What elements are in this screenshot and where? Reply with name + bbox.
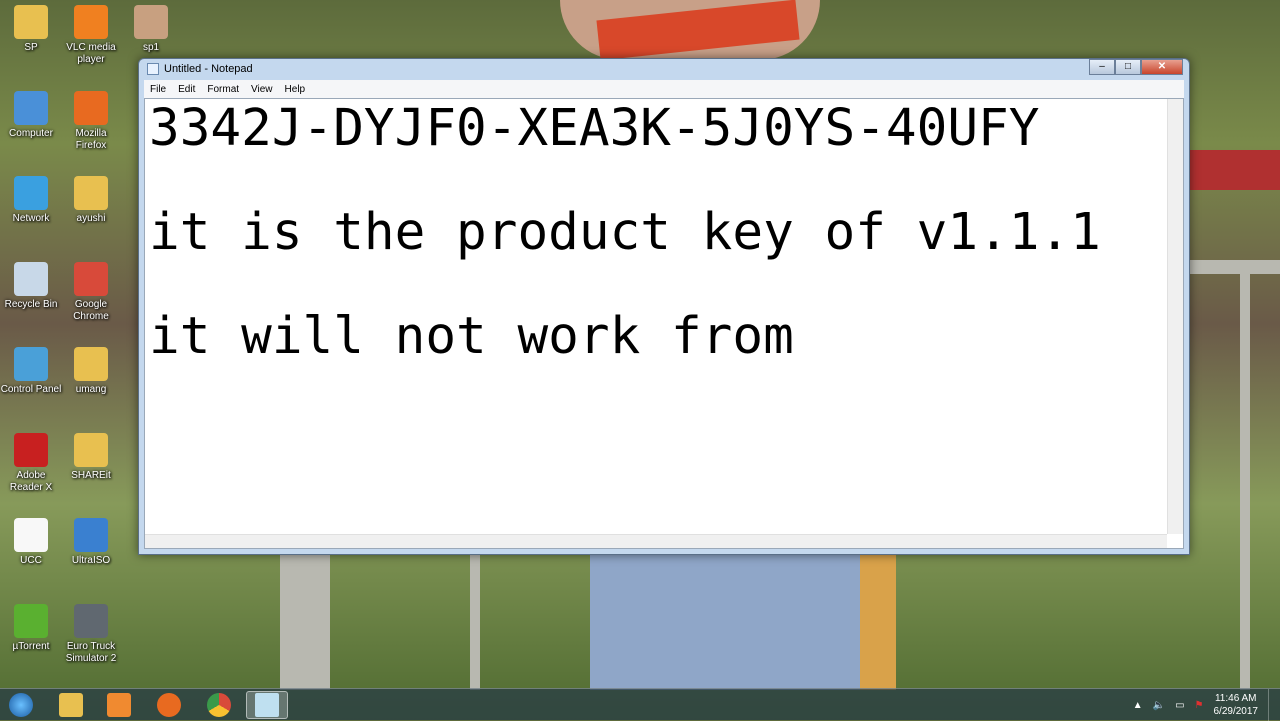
desktop-icon-label: ayushi bbox=[76, 213, 106, 224]
menu-help[interactable]: Help bbox=[285, 84, 306, 95]
app-icon bbox=[14, 261, 48, 296]
desktop-icon-label: sp1 bbox=[142, 42, 160, 53]
desktop-icon-shareit[interactable]: SHAREit bbox=[60, 432, 122, 482]
desktop-icon-label: Adobe Reader X bbox=[9, 469, 53, 493]
title-bar[interactable]: Untitled - Notepad bbox=[139, 59, 1189, 79]
app-icon bbox=[14, 90, 48, 125]
taskbar-media-player[interactable] bbox=[98, 691, 140, 719]
desktop-icon-label: UltraISO bbox=[71, 555, 111, 566]
text-editor[interactable]: 3342J-DYJF0-XEA3K-5J0YS-40UFY it is the … bbox=[145, 99, 1167, 534]
window-title: Untitled - Notepad bbox=[164, 63, 253, 75]
app-icon bbox=[14, 176, 48, 210]
taskbar-firefox[interactable] bbox=[148, 691, 190, 719]
desktop-icon-label: Control Panel bbox=[0, 384, 62, 395]
app-icon bbox=[74, 603, 108, 638]
clock-date: 6/29/2017 bbox=[1213, 706, 1259, 717]
app-icon bbox=[14, 603, 48, 638]
menu-edit[interactable]: Edit bbox=[178, 84, 195, 95]
desktop-icon-control-panel[interactable]: Control Panel bbox=[0, 347, 62, 396]
desktop-icon-label: Computer bbox=[9, 127, 53, 139]
app-icon bbox=[74, 261, 108, 296]
desktop-icon-label: Euro Truck Simulator 2 bbox=[65, 640, 117, 664]
notepad-icon bbox=[255, 693, 279, 717]
chrome-icon bbox=[207, 693, 231, 717]
app-icon bbox=[14, 5, 48, 39]
desktop-icon-label: Network bbox=[12, 213, 50, 224]
windows-logo-icon bbox=[9, 693, 33, 717]
taskbar-notepad[interactable] bbox=[246, 691, 288, 719]
vertical-scrollbar[interactable] bbox=[1167, 99, 1183, 534]
notepad-icon bbox=[147, 63, 159, 75]
desktop-icon-label: UCC bbox=[20, 555, 42, 566]
desktop-icon-sp[interactable]: SP bbox=[0, 5, 62, 54]
app-icon bbox=[74, 90, 108, 125]
desktop-icon-mozilla-firefox[interactable]: Mozilla Firefox bbox=[60, 90, 122, 152]
desktop-icon-recycle-bin[interactable]: Recycle Bin bbox=[0, 261, 62, 311]
minimize-button[interactable]: – bbox=[1089, 59, 1115, 75]
menu-file[interactable]: File bbox=[150, 84, 166, 95]
close-button[interactable]: ✕ bbox=[1141, 59, 1183, 75]
app-icon bbox=[74, 347, 108, 381]
desktop-icon-vlc-media-player[interactable]: VLC media player bbox=[60, 5, 122, 66]
desktop-icon-computer[interactable]: Computer bbox=[0, 90, 62, 140]
app-icon bbox=[134, 5, 168, 39]
desktop-icon-label: SP bbox=[24, 42, 38, 53]
desktop-icon-google-chrome[interactable]: Google Chrome bbox=[60, 261, 122, 323]
system-tray: ▲ 🔈 ▭ ⚑ 11:46 AM 6/29/2017 bbox=[1133, 691, 1258, 719]
app-icon bbox=[74, 5, 108, 39]
clock-time: 11:46 AM bbox=[1214, 693, 1257, 704]
desktop-icon-label: SHAREit bbox=[71, 469, 111, 481]
menu-format[interactable]: Format bbox=[207, 84, 239, 95]
desktop-icon-label: Mozilla Firefox bbox=[75, 127, 107, 151]
volume-icon[interactable]: 🔈 bbox=[1153, 700, 1165, 711]
show-desktop-button[interactable] bbox=[1268, 689, 1280, 721]
start-button[interactable] bbox=[0, 691, 42, 719]
media-player-icon bbox=[107, 693, 131, 717]
app-icon bbox=[14, 518, 48, 552]
app-icon bbox=[74, 518, 108, 552]
desktop-icon-network[interactable]: Network bbox=[0, 176, 62, 225]
folder-icon bbox=[59, 693, 83, 717]
firefox-icon bbox=[157, 693, 181, 717]
menu-bar: File Edit Format View Help bbox=[144, 80, 1184, 98]
desktop-icon-adobe-reader-x[interactable]: Adobe Reader X bbox=[0, 432, 62, 494]
desktop-icon-euro-truck-simulator-2[interactable]: Euro Truck Simulator 2 bbox=[60, 603, 122, 665]
network-icon[interactable]: ▭ bbox=[1175, 700, 1184, 711]
desktop-icon-label: VLC media player bbox=[66, 42, 116, 65]
desktop-icon--torrent[interactable]: µTorrent bbox=[0, 603, 62, 653]
maximize-button[interactable]: □ bbox=[1115, 59, 1141, 75]
show-hidden-icons[interactable]: ▲ bbox=[1133, 700, 1143, 711]
desktop-icon-ultraiso[interactable]: UltraISO bbox=[60, 518, 122, 567]
app-icon bbox=[74, 176, 108, 210]
desktop-icon-ucc[interactable]: UCC bbox=[0, 518, 62, 567]
taskbar-explorer[interactable] bbox=[50, 691, 92, 719]
desktop-icon-label: umang bbox=[75, 384, 107, 395]
taskbar-chrome[interactable] bbox=[198, 691, 240, 719]
app-icon bbox=[14, 432, 48, 467]
app-icon bbox=[14, 347, 48, 381]
action-center-flag-icon[interactable]: ⚑ bbox=[1195, 700, 1204, 711]
desktop-icon-label: Recycle Bin bbox=[4, 298, 58, 310]
desktop-icon-sp1[interactable]: sp1 bbox=[120, 5, 182, 54]
app-icon bbox=[74, 432, 108, 467]
notepad-window[interactable]: Untitled - Notepad – □ ✕ File Edit Forma… bbox=[138, 58, 1190, 555]
desktop-icon-label: µTorrent bbox=[12, 640, 50, 652]
menu-view[interactable]: View bbox=[251, 84, 273, 95]
clock[interactable]: 11:46 AM 6/29/2017 bbox=[1214, 692, 1259, 718]
horizontal-scrollbar[interactable] bbox=[145, 534, 1167, 548]
desktop-icon-ayushi[interactable]: ayushi bbox=[60, 176, 122, 225]
desktop-icon-label: Google Chrome bbox=[73, 298, 109, 322]
taskbar: ▲ 🔈 ▭ ⚑ 11:46 AM 6/29/2017 bbox=[0, 688, 1280, 721]
desktop-icon-umang[interactable]: umang bbox=[60, 347, 122, 396]
